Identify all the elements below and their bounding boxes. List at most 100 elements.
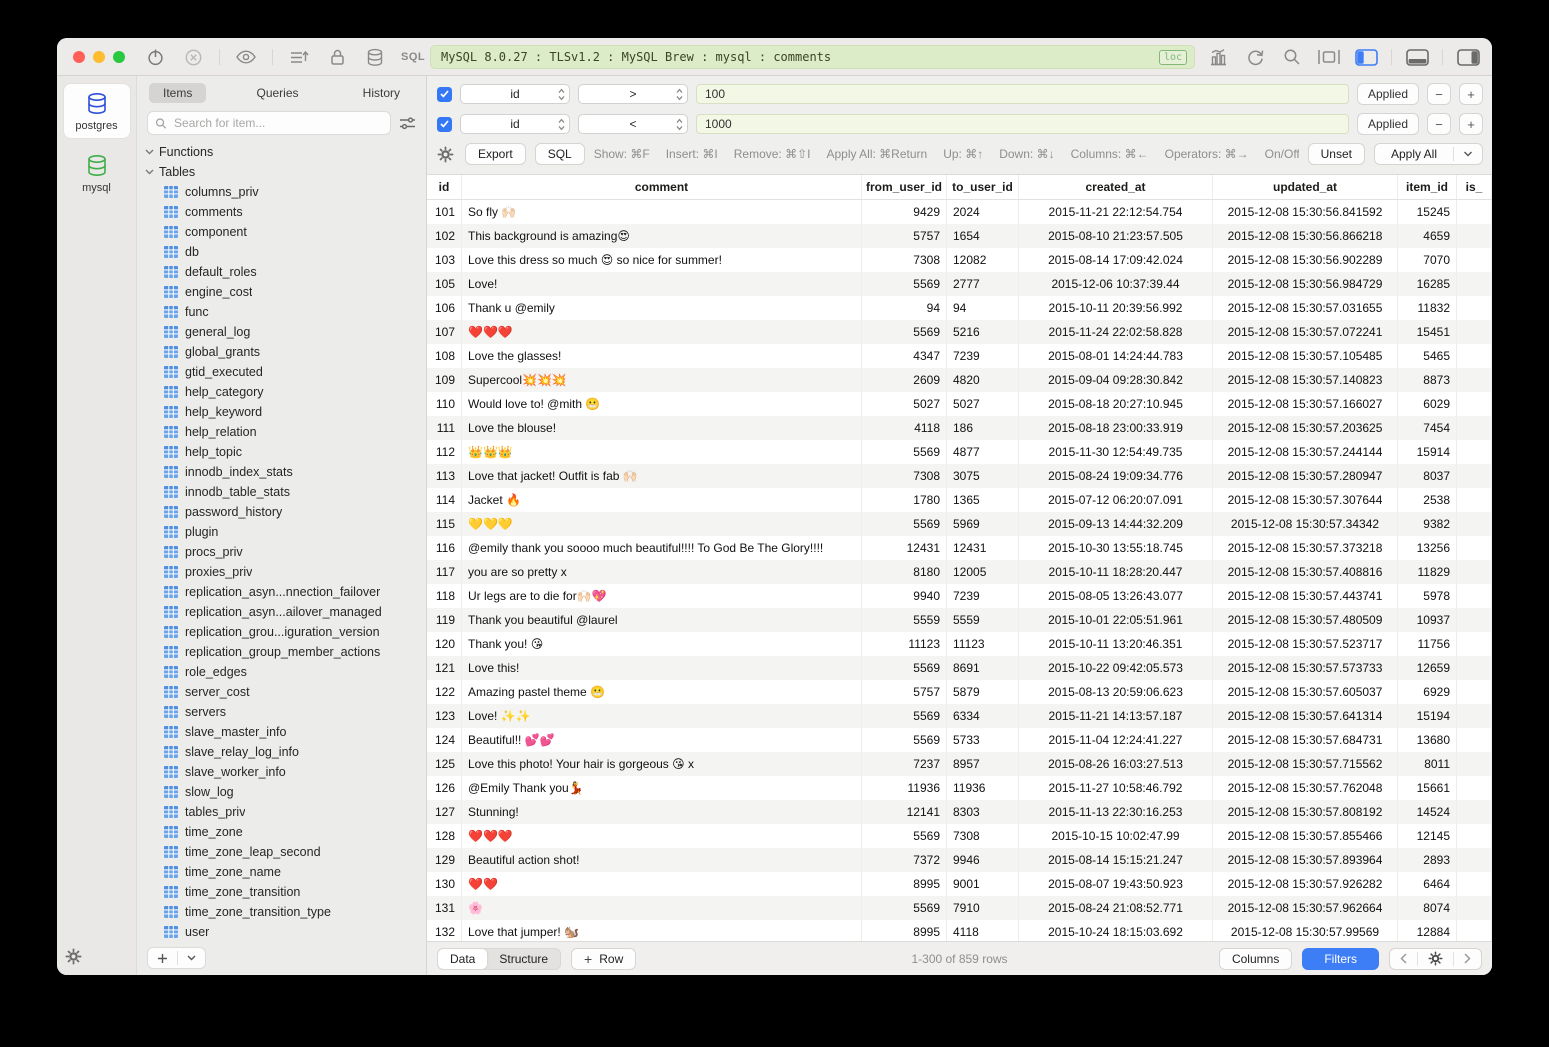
table-row[interactable]: 109Supercool💥💥💥260948202015-09-04 09:28:… [427,368,1492,392]
table-row[interactable]: 130❤️❤️899590012015-08-07 19:43:50.92320… [427,872,1492,896]
cell-from-user-id[interactable]: 11123 [862,632,947,656]
table-row[interactable]: 107❤️❤️❤️556952162015-11-24 22:02:58.828… [427,320,1492,344]
cell-comment[interactable]: Love this dress so much 😍 so nice for su… [462,248,862,272]
cell-is-[interactable] [1457,368,1492,392]
column-header-updated-at[interactable]: updated_at [1213,175,1398,199]
table-row[interactable]: 102This background is amazing😍5757165420… [427,224,1492,248]
close-window-button[interactable] [73,51,85,63]
cell-comment[interactable]: 👑👑👑 [462,440,862,464]
cell-from-user-id[interactable]: 5569 [862,320,947,344]
table-row[interactable]: 121Love this!556986912015-10-22 09:42:05… [427,656,1492,680]
cell-to-user-id[interactable]: 12431 [947,536,1019,560]
cell-comment[interactable]: ❤️❤️❤️ [462,824,862,848]
cell-updated-at[interactable]: 2015-12-08 15:30:57.031655 [1213,296,1398,320]
column-header-created-at[interactable]: created_at [1019,175,1213,199]
sidebar-table-item[interactable]: proxies_priv [137,562,426,582]
cell-is-[interactable] [1457,320,1492,344]
cell-item-id[interactable]: 5978 [1398,584,1457,608]
cell-from-user-id[interactable]: 5757 [862,680,947,704]
cell-id[interactable]: 128 [427,824,462,848]
cell-id[interactable]: 103 [427,248,462,272]
lock-icon[interactable] [325,45,349,69]
cell-id[interactable]: 130 [427,872,462,896]
cell-created-at[interactable]: 2015-08-01 14:24:44.783 [1019,344,1213,368]
cell-from-user-id[interactable]: 12431 [862,536,947,560]
filter-value-input[interactable] [696,114,1349,134]
cell-from-user-id[interactable]: 7308 [862,464,947,488]
filter-operator-select[interactable]: > [578,84,688,104]
query-log-icon[interactable] [287,45,311,69]
add-filter-button[interactable]: + [1459,83,1483,105]
cell-created-at[interactable]: 2015-08-05 13:26:43.077 [1019,584,1213,608]
cell-is-[interactable] [1457,608,1492,632]
cell-id[interactable]: 123 [427,704,462,728]
cell-id[interactable]: 120 [427,632,462,656]
cell-to-user-id[interactable]: 5969 [947,512,1019,536]
cell-updated-at[interactable]: 2015-12-08 15:30:57.715562 [1213,752,1398,776]
table-row[interactable]: 127Stunning!1214183032015-11-13 22:30:16… [427,800,1492,824]
cell-created-at[interactable]: 2015-11-13 22:30:16.253 [1019,800,1213,824]
cell-to-user-id[interactable]: 8303 [947,800,1019,824]
cell-id[interactable]: 131 [427,896,462,920]
cell-to-user-id[interactable]: 11123 [947,632,1019,656]
cell-to-user-id[interactable]: 4820 [947,368,1019,392]
cell-is-[interactable] [1457,536,1492,560]
cell-item-id[interactable]: 12145 [1398,824,1457,848]
sidebar-table-item[interactable]: help_relation [137,422,426,442]
column-header-comment[interactable]: comment [462,175,862,199]
cell-created-at[interactable]: 2015-09-04 09:28:30.842 [1019,368,1213,392]
table-row[interactable]: 101So fly 🙌🏻942920242015-11-21 22:12:54.… [427,200,1492,224]
sidebar-table-item[interactable]: engine_cost [137,282,426,302]
table-row[interactable]: 128❤️❤️❤️556973082015-10-15 10:02:47.992… [427,824,1492,848]
sidebar-table-item[interactable]: help_topic [137,442,426,462]
cell-to-user-id[interactable]: 12005 [947,560,1019,584]
sidebar-table-item[interactable]: time_zone_transition_type [137,902,426,922]
cell-from-user-id[interactable]: 5569 [862,824,947,848]
sidebar-table-item[interactable]: time_zone_transition [137,882,426,902]
cell-updated-at[interactable]: 2015-12-08 15:30:57.072241 [1213,320,1398,344]
cell-to-user-id[interactable]: 9001 [947,872,1019,896]
cell-comment[interactable]: Beautiful!! 💕💕 [462,728,862,752]
filter-enabled-checkbox[interactable] [437,117,452,132]
cell-item-id[interactable]: 6464 [1398,872,1457,896]
table-row[interactable]: 115💛💛💛556959692015-09-13 14:44:32.209201… [427,512,1492,536]
tab-items[interactable]: Items [149,83,206,103]
sidebar-table-item[interactable]: slave_relay_log_info [137,742,426,762]
table-row[interactable]: 122Amazing pastel theme 😬575758792015-08… [427,680,1492,704]
cell-updated-at[interactable]: 2015-12-08 15:30:57.684731 [1213,728,1398,752]
cell-from-user-id[interactable]: 5559 [862,608,947,632]
unset-button[interactable]: Unset [1308,143,1365,165]
cell-id[interactable]: 108 [427,344,462,368]
cell-id[interactable]: 102 [427,224,462,248]
cell-id[interactable]: 124 [427,728,462,752]
cell-id[interactable]: 118 [427,584,462,608]
cell-is-[interactable] [1457,704,1492,728]
cell-to-user-id[interactable]: 1365 [947,488,1019,512]
toggle-right-panel-icon[interactable] [1456,45,1480,69]
cell-is-[interactable] [1457,680,1492,704]
sidebar-table-item[interactable]: replication_grou...iguration_version [137,622,426,642]
cell-to-user-id[interactable]: 5027 [947,392,1019,416]
filter-column-select[interactable]: id [460,114,570,134]
column-header-from-user-id[interactable]: from_user_id [862,175,947,199]
cell-to-user-id[interactable]: 5879 [947,680,1019,704]
cell-comment[interactable]: Ur legs are to die for🙌🏻💖 [462,584,862,608]
cell-id[interactable]: 126 [427,776,462,800]
tab-data[interactable]: Data [438,949,487,969]
cell-id[interactable]: 122 [427,680,462,704]
cell-to-user-id[interactable]: 3075 [947,464,1019,488]
cell-created-at[interactable]: 2015-11-30 12:54:49.735 [1019,440,1213,464]
cell-item-id[interactable]: 5465 [1398,344,1457,368]
toggle-left-panel-icon[interactable] [1354,45,1378,69]
next-page-icon[interactable] [1454,949,1481,969]
cell-item-id[interactable]: 13256 [1398,536,1457,560]
cell-id[interactable]: 129 [427,848,462,872]
cell-comment[interactable]: Beautiful action shot! [462,848,862,872]
cell-updated-at[interactable]: 2015-12-08 15:30:57.140823 [1213,368,1398,392]
cell-from-user-id[interactable]: 5569 [862,440,947,464]
cell-is-[interactable] [1457,224,1492,248]
cell-comment[interactable]: Amazing pastel theme 😬 [462,680,862,704]
sidebar-table-item[interactable]: tables_priv [137,802,426,822]
cell-from-user-id[interactable]: 5569 [862,512,947,536]
cell-to-user-id[interactable]: 94 [947,296,1019,320]
